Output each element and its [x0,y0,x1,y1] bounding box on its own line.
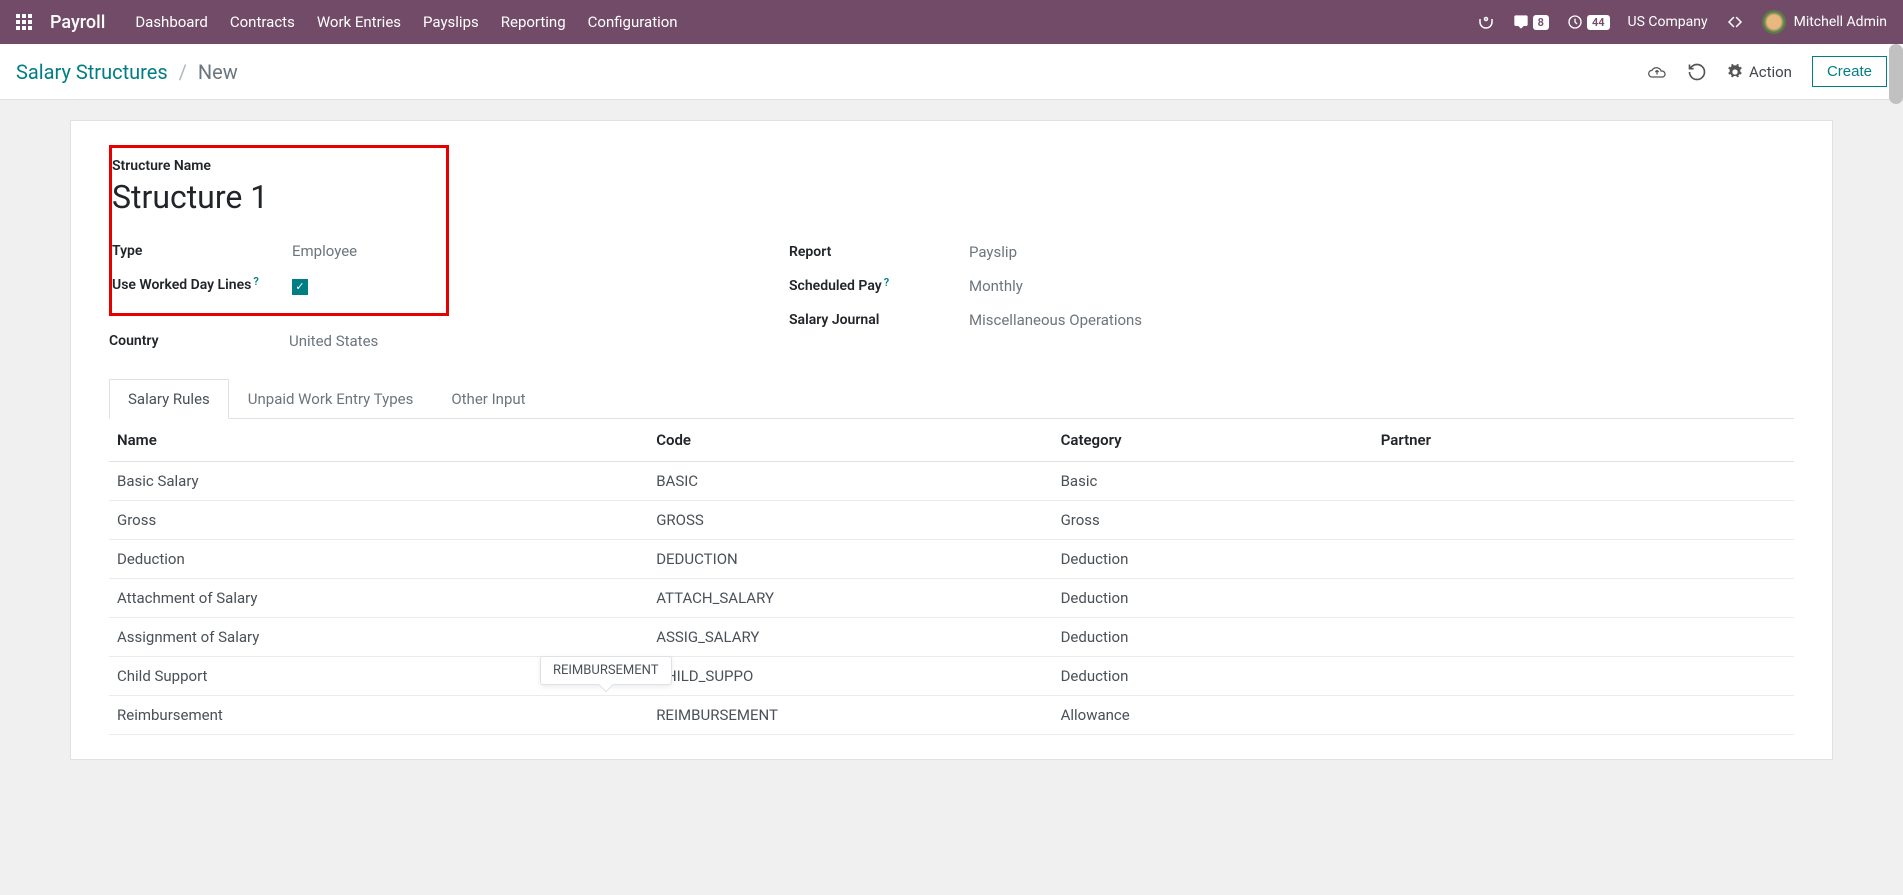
scrollbar[interactable] [1889,44,1903,104]
tab-salary-rules[interactable]: Salary Rules [109,379,229,419]
nav-work-entries[interactable]: Work Entries [315,9,403,35]
scheduled-pay-label: Scheduled Pay? [789,278,969,294]
form-sheet: Structure Name Structure 1 Type Employee… [70,120,1833,760]
top-navbar: Payroll Dashboard Contracts Work Entries… [0,0,1903,44]
country-label: Country [109,333,289,349]
activities-icon[interactable]: 44 [1567,14,1610,30]
highlight-annotation: Structure Name Structure 1 Type Employee… [109,145,449,316]
salary-journal-value[interactable]: Miscellaneous Operations [969,311,1142,329]
type-value[interactable]: Employee [292,242,357,260]
app-title[interactable]: Payroll [50,12,105,33]
col-code[interactable]: Code [648,419,1052,462]
country-value[interactable]: United States [289,332,378,350]
cloud-upload-icon[interactable] [1647,62,1667,82]
table-row[interactable]: Attachment of SalaryATTACH_SALARYDeducti… [109,578,1794,617]
help-icon[interactable]: ? [253,275,258,288]
apps-icon[interactable] [16,14,32,30]
breadcrumb-current: New [198,60,238,84]
action-button[interactable]: Action [1727,63,1792,81]
type-label: Type [112,243,292,259]
report-value[interactable]: Payslip [969,243,1017,261]
salary-journal-label: Salary Journal [789,312,969,328]
table-row[interactable]: DeductionDEDUCTIONDeduction [109,539,1794,578]
nav-contracts[interactable]: Contracts [228,9,297,35]
debug-icon[interactable] [1726,13,1744,31]
voip-icon[interactable] [1477,13,1495,31]
help-icon[interactable]: ? [884,276,889,289]
structure-name-label: Structure Name [112,158,446,174]
report-label: Report [789,244,969,260]
table-row[interactable]: Child SupportCHILD_SUPPODeduction [109,656,1794,695]
salary-rules-table: Name Code Category Partner Basic SalaryB… [109,419,1794,735]
nav-configuration[interactable]: Configuration [586,9,680,35]
messages-icon[interactable]: 8 [1513,14,1549,30]
col-name[interactable]: Name [109,419,648,462]
messages-badge: 8 [1533,15,1549,30]
col-partner[interactable]: Partner [1373,419,1794,462]
user-name: Mitchell Admin [1794,14,1887,30]
table-row[interactable]: GrossGROSSGross [109,500,1794,539]
breadcrumb-parent[interactable]: Salary Structures [16,60,168,84]
nav-dashboard[interactable]: Dashboard [133,9,210,35]
table-row[interactable]: Assignment of SalaryASSIG_SALARYDeductio… [109,617,1794,656]
company-selector[interactable]: US Company [1628,14,1708,30]
breadcrumb: Salary Structures / New [16,60,238,84]
nav-payslips[interactable]: Payslips [421,9,481,35]
tab-other-input[interactable]: Other Input [432,379,544,419]
control-panel: Salary Structures / New Action Create [0,44,1903,100]
avatar-icon [1762,10,1786,34]
activities-badge: 44 [1587,15,1610,30]
table-row[interactable]: Basic SalaryBASICBasic [109,461,1794,500]
tooltip: REIMBURSEMENT [540,656,672,685]
tabs: Salary Rules Unpaid Work Entry Types Oth… [109,378,1794,419]
structure-name-value[interactable]: Structure 1 [112,178,446,216]
discard-icon[interactable] [1687,62,1707,82]
nav-reporting[interactable]: Reporting [499,9,568,35]
table-row[interactable]: ReimbursementREIMBURSEMENTAllowance [109,695,1794,734]
tab-unpaid-work[interactable]: Unpaid Work Entry Types [229,379,433,419]
worked-day-checkbox[interactable]: ✓ [292,279,308,295]
scheduled-pay-value[interactable]: Monthly [969,277,1023,295]
worked-day-label: Use Worked Day Lines? [112,277,292,293]
user-menu[interactable]: Mitchell Admin [1762,10,1887,34]
create-button[interactable]: Create [1812,56,1887,87]
col-category[interactable]: Category [1053,419,1373,462]
